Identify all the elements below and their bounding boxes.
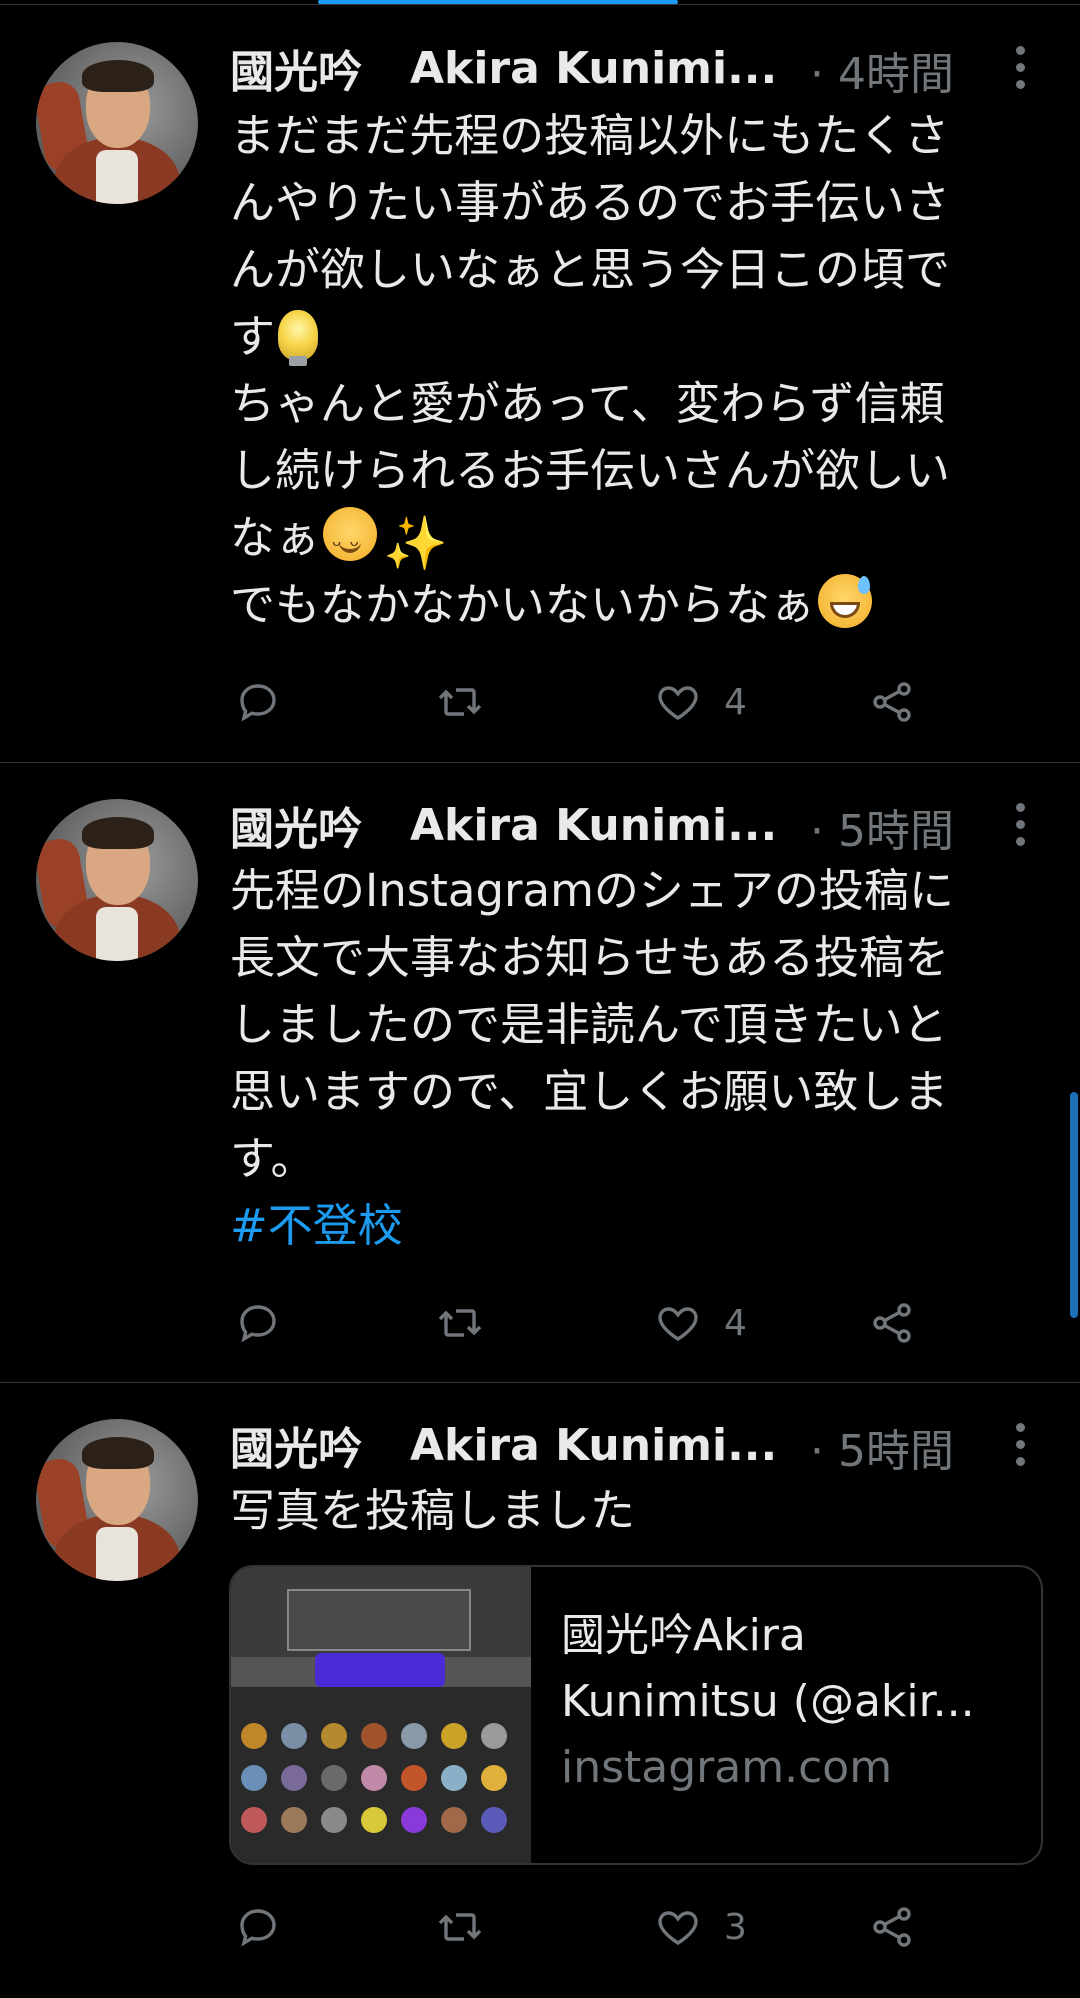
like-count: 3 — [724, 1906, 747, 1948]
author-name[interactable]: 國光吟 — [230, 793, 362, 857]
link-card[interactable]: 國光吟Akira Kunimitsu (@akir... instagram.c… — [229, 1565, 1043, 1865]
tweet-line: 長文で大事なお知らせもある投稿を — [230, 931, 950, 984]
card-thumbnail — [231, 1567, 531, 1863]
share-icon — [873, 682, 911, 722]
tweet-text: 先程のInstagramのシェアの投稿に 長文で大事なお知らせもある投稿を しま… — [230, 857, 1050, 1259]
tweet-actions: 4 — [230, 672, 950, 732]
tweet-line: なぁ — [230, 511, 321, 564]
tweet-line: しましたので是非読んで頂きたいと — [230, 998, 948, 1051]
share-button[interactable] — [868, 1897, 916, 1957]
more-icon[interactable] — [1006, 795, 1036, 855]
avatar[interactable] — [36, 799, 198, 961]
tweet-time[interactable]: · 5時間 — [810, 795, 954, 859]
more-icon[interactable] — [1006, 1415, 1036, 1475]
like-icon — [658, 1307, 698, 1341]
tweet-header: 國光吟 Akira Kunimi... — [230, 36, 777, 100]
tweet-line: 先程のInstagramのシェアの投稿に — [230, 864, 954, 917]
reply-icon — [240, 1909, 276, 1947]
tweet-line: し続けられるお手伝いさんが欲しい — [230, 444, 951, 497]
light-bulb-icon — [278, 310, 319, 366]
author-name[interactable]: 國光吟 — [230, 1413, 362, 1477]
author-name[interactable]: 國光吟 — [230, 36, 362, 100]
avatar[interactable] — [36, 1419, 198, 1581]
card-title-line: Kunimitsu (@akir... — [561, 1676, 975, 1727]
hashtag-link[interactable]: #不登校 — [230, 1192, 1050, 1259]
tweet-line: 思いますので、宜しくお願い致しま — [230, 1065, 949, 1118]
like-button[interactable]: 4 — [654, 672, 747, 732]
retweet-icon — [438, 1913, 482, 1941]
share-button[interactable] — [868, 672, 916, 732]
reply-button[interactable] — [234, 672, 304, 732]
retweet-button[interactable] — [436, 672, 506, 732]
card-title-line: 國光吟Akira — [561, 1610, 806, 1661]
like-icon — [658, 686, 698, 720]
author-name-en[interactable]: Akira Kunimi... — [410, 800, 777, 851]
share-icon — [873, 1907, 911, 1947]
share-button[interactable] — [868, 1293, 916, 1353]
reply-icon — [240, 1305, 276, 1343]
smiling-face-icon — [323, 507, 378, 580]
reply-button[interactable] — [234, 1897, 304, 1957]
retweet-button[interactable] — [436, 1293, 506, 1353]
tweet-line: んが欲しいなぁと思う今日この頃で — [230, 243, 951, 296]
tweet-3[interactable]: 國光吟 Akira Kunimi... · 5時間 写真を投稿しました 國光吟A… — [0, 1383, 1080, 1998]
like-button[interactable]: 4 — [654, 1293, 747, 1353]
like-button[interactable]: 3 — [654, 1897, 747, 1957]
retweet-button[interactable] — [436, 1897, 506, 1957]
grinning-sweat-icon — [818, 574, 873, 628]
author-name-en[interactable]: Akira Kunimi... — [410, 43, 777, 94]
tweet-actions: 4 — [230, 1293, 950, 1353]
card-text: 國光吟Akira Kunimitsu (@akir... instagram.c… — [561, 1603, 1021, 1801]
tweet-2[interactable]: 國光吟 Akira Kunimi... · 5時間 先程のInstagramのシ… — [0, 763, 1080, 1381]
tweet-time[interactable]: · 5時間 — [810, 1415, 954, 1479]
tweet-text: まだまだ先程の投稿以外にもたくさ んやりたい事があるのでお手伝いさ んが欲しいな… — [230, 102, 1050, 638]
tweet-text: 写真を投稿しました — [230, 1477, 1050, 1544]
tweet-actions: 3 — [230, 1897, 950, 1957]
tweet-header: 國光吟 Akira Kunimi... — [230, 1413, 777, 1477]
tweet-line: でもなかなかいないからなぁ — [230, 578, 816, 631]
tweet-line: まだまだ先程の投稿以外にもたくさ — [230, 109, 950, 162]
reply-icon — [240, 684, 276, 722]
sparkles-icon: ✨ — [383, 514, 448, 574]
avatar[interactable] — [36, 42, 198, 204]
more-icon[interactable] — [1006, 38, 1036, 98]
card-domain: instagram.com — [561, 1742, 893, 1793]
scrollbar[interactable] — [1070, 1092, 1078, 1318]
tweet-line: す。 — [230, 1132, 316, 1185]
tweet-time[interactable]: · 4時間 — [810, 38, 954, 102]
tweet-line: す — [230, 310, 276, 363]
tweet-line: 写真を投稿しました — [230, 1484, 636, 1537]
tweet-line: んやりたい事があるのでお手伝いさ — [230, 176, 951, 229]
reply-button[interactable] — [234, 1293, 304, 1353]
tweet-line: ちゃんと愛があって、変わらず信頼 — [230, 377, 945, 430]
share-icon — [873, 1303, 911, 1343]
like-count: 4 — [724, 681, 747, 723]
retweet-icon — [438, 1309, 482, 1337]
author-name-en[interactable]: Akira Kunimi... — [410, 1420, 777, 1471]
retweet-icon — [438, 688, 482, 716]
like-icon — [658, 1911, 698, 1945]
tweet-1[interactable]: 國光吟 Akira Kunimi... · 4時間 まだまだ先程の投稿以外にもた… — [0, 0, 1080, 762]
like-count: 4 — [724, 1302, 747, 1344]
tweet-header: 國光吟 Akira Kunimi... — [230, 793, 777, 857]
